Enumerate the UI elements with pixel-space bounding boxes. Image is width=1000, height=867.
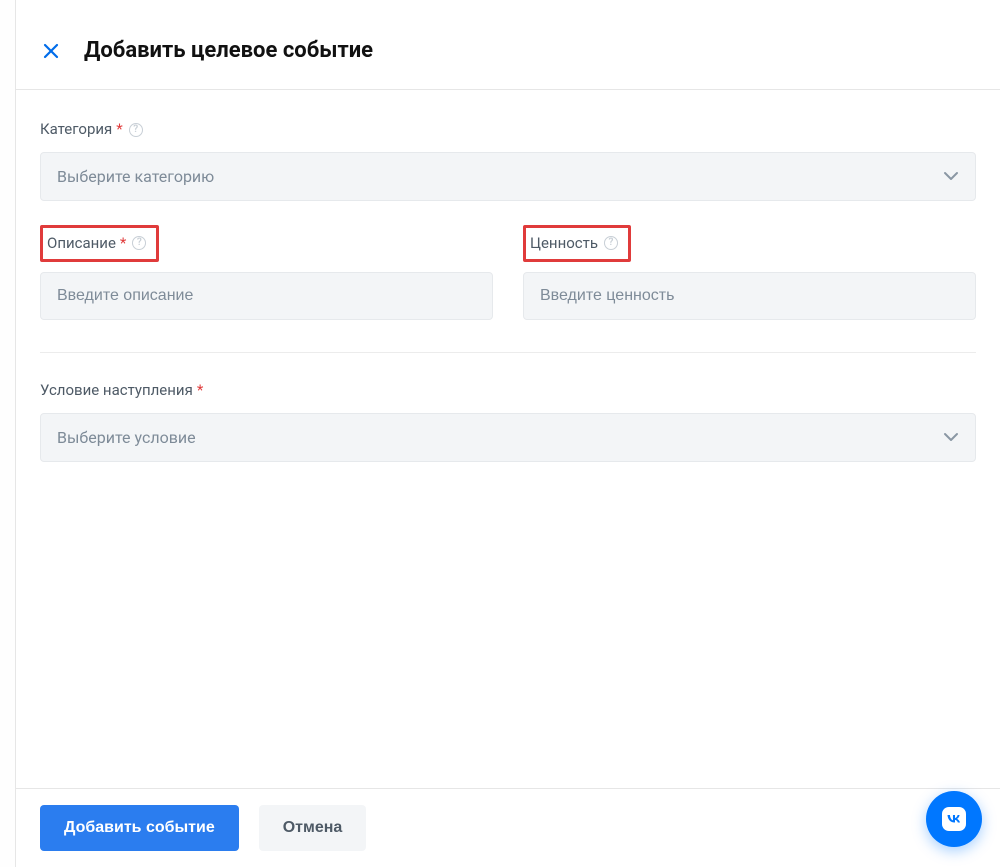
condition-select-placeholder: Выберите условие xyxy=(57,428,196,447)
value-input[interactable] xyxy=(523,272,976,320)
category-select[interactable]: Выберите категорию xyxy=(40,152,976,201)
description-value-row: Описание * ? Ценность ? xyxy=(40,225,976,345)
condition-select[interactable]: Выберите условие xyxy=(40,413,976,462)
description-label: Описание xyxy=(47,234,116,254)
category-label: Категория xyxy=(40,120,112,140)
category-label-row: Категория * ? xyxy=(40,120,976,140)
required-mark: * xyxy=(116,120,122,140)
panel-footer: Добавить событие Отмена xyxy=(16,788,1000,867)
condition-label: Условие наступления xyxy=(40,381,193,401)
condition-field: Условие наступления * Выберите условие xyxy=(40,381,976,462)
description-label-highlight: Описание * ? xyxy=(40,225,159,263)
description-label-row: Описание * ? xyxy=(47,234,146,254)
value-label: Ценность xyxy=(530,234,598,254)
vk-fab-button[interactable] xyxy=(926,791,982,847)
cancel-button[interactable]: Отмена xyxy=(259,805,367,851)
vk-logo-icon xyxy=(939,804,969,834)
value-label-row: Ценность ? xyxy=(530,234,618,254)
required-mark: * xyxy=(197,381,203,401)
category-field: Категория * ? Выберите категорию xyxy=(40,120,976,201)
panel-header: Добавить целевое событие xyxy=(16,0,1000,90)
required-mark: * xyxy=(120,234,126,254)
value-field: Ценность ? xyxy=(523,225,976,321)
chevron-down-icon xyxy=(943,432,959,442)
panel-title: Добавить целевое событие xyxy=(84,38,373,63)
category-select-placeholder: Выберите категорию xyxy=(57,167,214,186)
help-icon[interactable]: ? xyxy=(129,123,143,137)
value-label-highlight: Ценность ? xyxy=(523,225,631,263)
condition-label-row: Условие наступления * xyxy=(40,381,976,401)
help-icon[interactable]: ? xyxy=(604,236,618,250)
chevron-down-icon xyxy=(943,171,959,181)
panel-body: Категория * ? Выберите категорию Описани… xyxy=(16,90,1000,788)
add-event-button[interactable]: Добавить событие xyxy=(40,805,239,851)
add-target-event-panel: Добавить целевое событие Категория * ? В… xyxy=(15,0,1000,867)
section-divider xyxy=(40,352,976,353)
close-icon[interactable] xyxy=(40,40,62,62)
description-input[interactable] xyxy=(40,272,493,320)
description-field: Описание * ? xyxy=(40,225,493,321)
help-icon[interactable]: ? xyxy=(132,236,146,250)
